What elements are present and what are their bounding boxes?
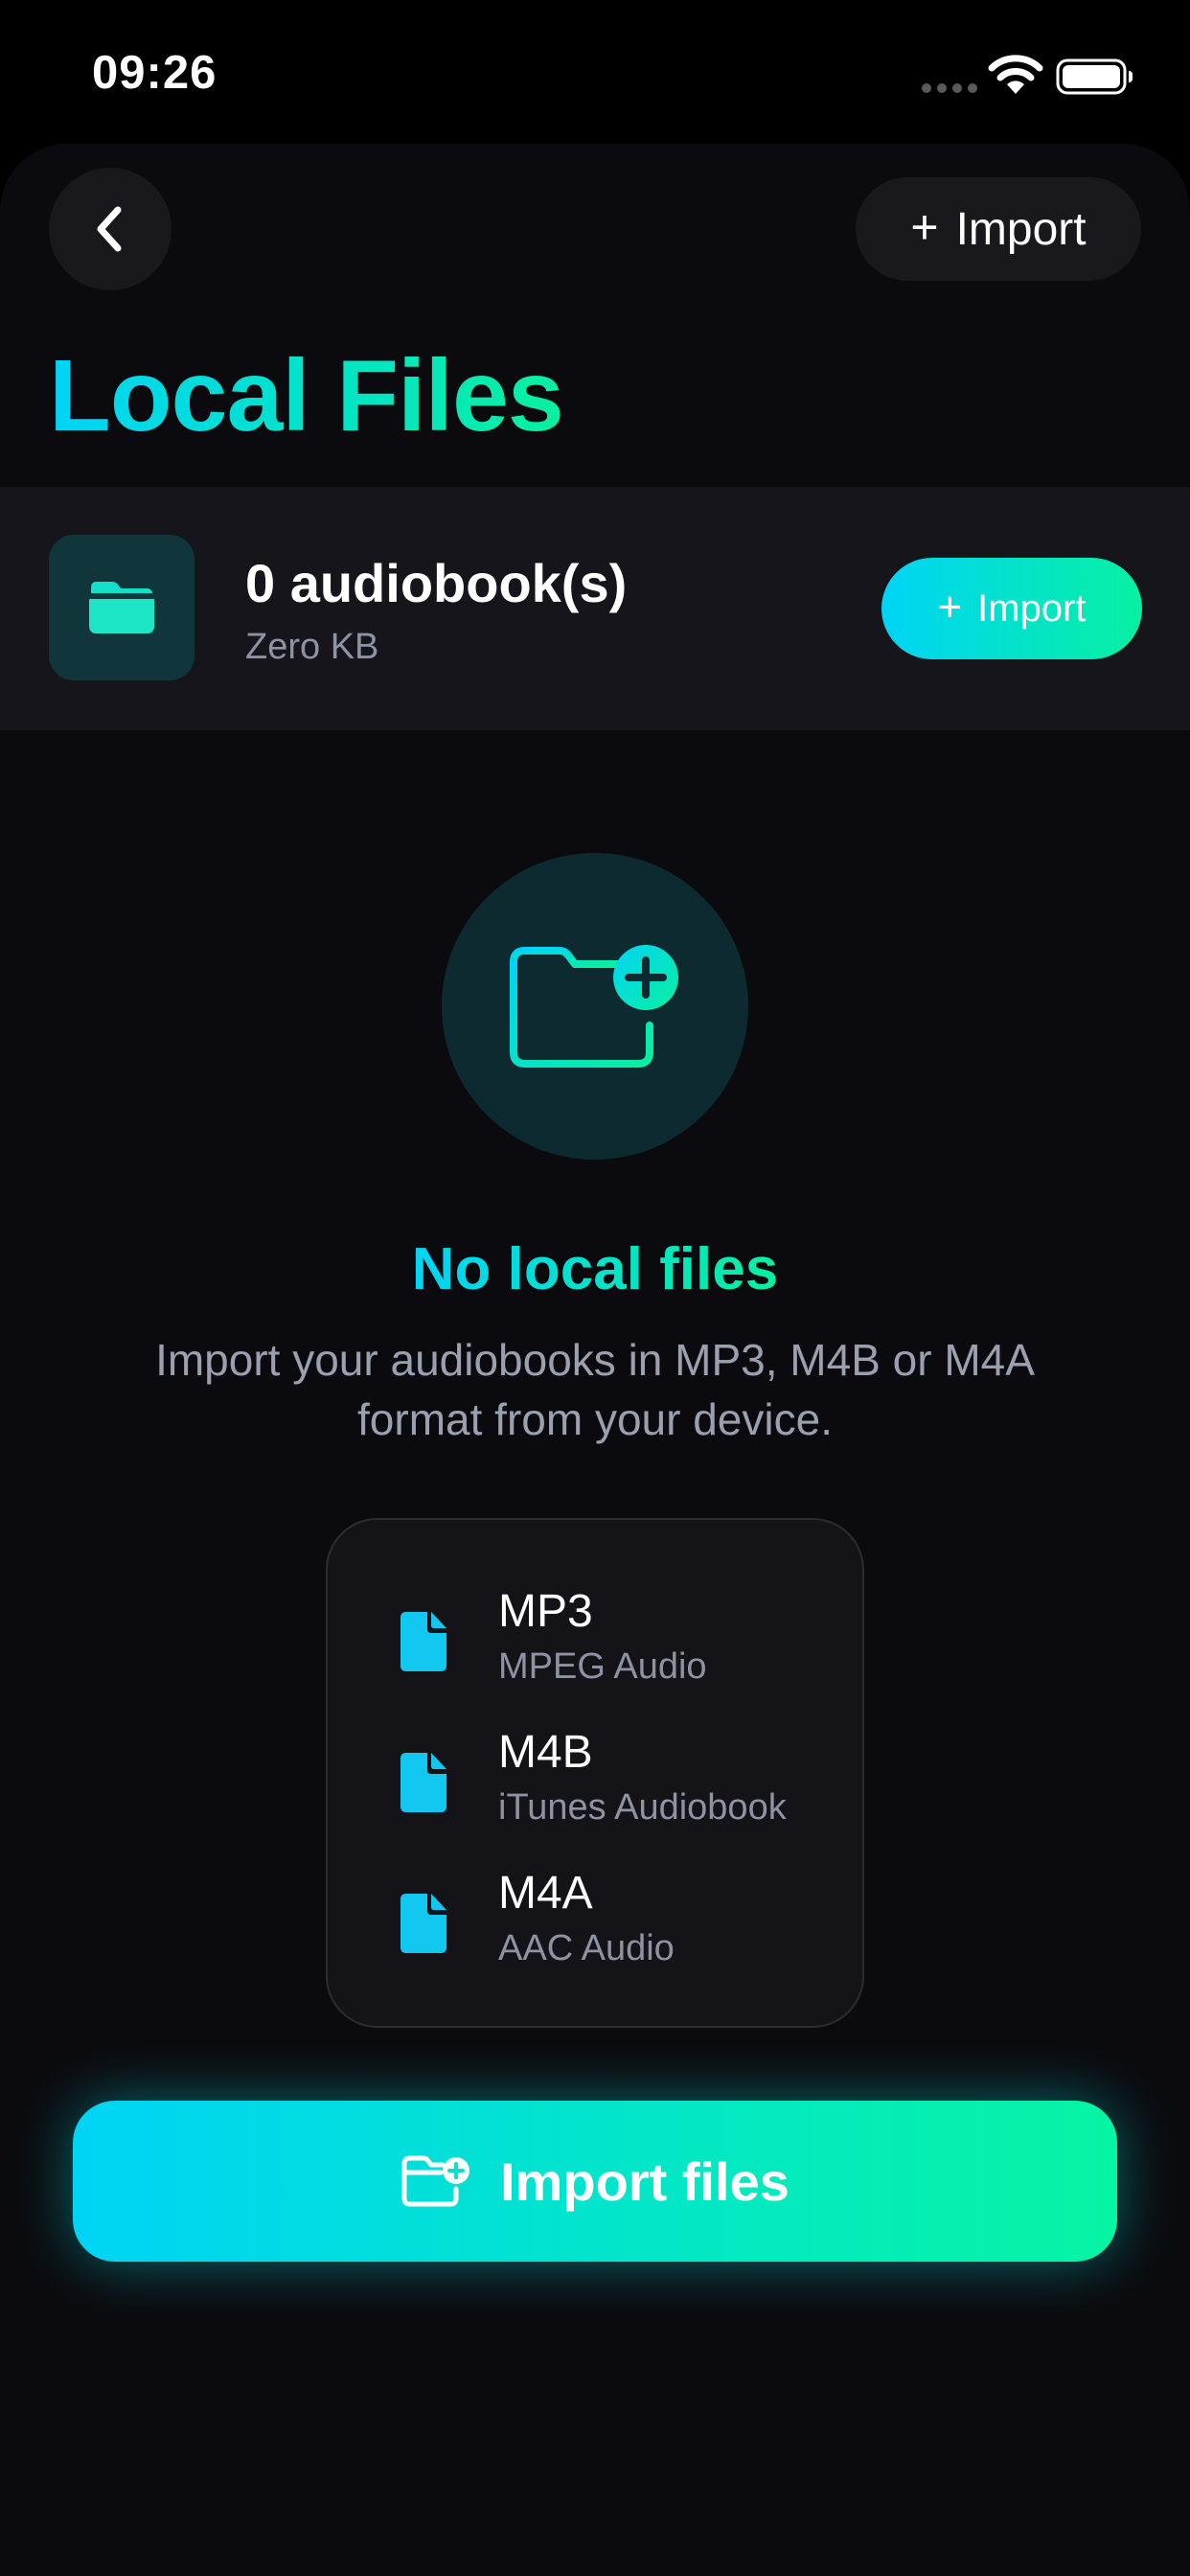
folder-plus-icon (401, 2155, 470, 2207)
page-title: Local Files (49, 339, 564, 452)
format-description: iTunes Audiobook (498, 1787, 787, 1828)
empty-state-illustration (442, 853, 748, 1160)
format-name: M4A (498, 1868, 593, 1919)
storage-size: Zero KB (245, 627, 379, 667)
top-import-button[interactable]: + Import (856, 177, 1141, 281)
format-item-m4a: M4A AAC Audio (328, 1857, 862, 1982)
plus-icon: + (910, 200, 939, 254)
summary-import-button[interactable]: + Import (881, 558, 1142, 659)
status-time: 09:26 (92, 47, 217, 99)
plus-icon: + (937, 583, 963, 631)
file-icon (400, 1612, 446, 1671)
library-summary: 0 audiobook(s) Zero KB + Import (0, 487, 1190, 730)
chevron-left-icon (97, 206, 122, 252)
file-icon (400, 1753, 446, 1812)
folder-tile (49, 535, 195, 680)
screen: 09:26 + Import Local Files 0 audiobook(s… (0, 0, 1190, 2576)
back-button[interactable] (49, 168, 172, 290)
wifi-icon (988, 55, 1043, 94)
sheet: + Import Local Files 0 audiobook(s) Zero… (0, 144, 1190, 2576)
cellular-signal-icon (922, 83, 977, 93)
format-item-m4b: M4B iTunes Audiobook (328, 1716, 862, 1841)
folder-icon (89, 582, 154, 633)
format-item-mp3: MP3 MPEG Audio (328, 1576, 862, 1700)
format-description: MPEG Audio (498, 1646, 707, 1687)
format-name: MP3 (498, 1586, 593, 1637)
empty-state-title-text: No local files (411, 1236, 779, 1302)
supported-formats-card: MP3 MPEG Audio M4B iTunes Audiobook M4A … (326, 1518, 864, 2028)
audiobook-count: 0 audiobook(s) (245, 553, 628, 613)
folder-plus-icon (510, 945, 678, 1068)
format-name: M4B (498, 1727, 593, 1778)
status-bar: 09:26 (0, 0, 1190, 144)
import-files-label: Import files (500, 2150, 790, 2212)
import-files-button[interactable]: Import files (73, 2101, 1117, 2262)
empty-state-title: No local files (0, 1234, 1190, 1305)
top-import-label: Import (955, 203, 1087, 255)
empty-state-description: Import your audiobooks in MP3, M4B or M4… (155, 1335, 1035, 1444)
summary-import-label: Import (977, 586, 1087, 630)
battery-icon (1056, 58, 1133, 95)
format-description: AAC Audio (498, 1928, 675, 1968)
file-icon (400, 1894, 446, 1953)
